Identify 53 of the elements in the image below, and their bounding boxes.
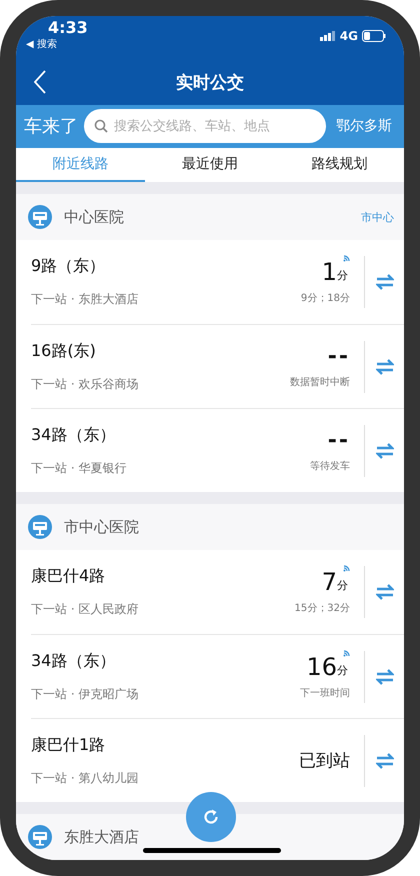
minutes-unit: 分 — [337, 268, 348, 283]
next-stop: 下一站 · 华夏银行 — [31, 460, 128, 476]
app-logo-text: 车来了 — [24, 115, 78, 138]
swap-icon — [376, 358, 394, 374]
next-stop: 下一站 · 欢乐谷商场 — [31, 376, 140, 392]
next-stop: 下一站 · 第八幼儿园 — [31, 770, 140, 786]
network-type: 4G — [340, 29, 358, 43]
area-label: 市中心 — [361, 210, 394, 224]
route-name[interactable]: 康巴什4路 — [31, 566, 295, 587]
swap-icon — [376, 274, 394, 290]
swap-icon — [376, 752, 394, 768]
arrival-note: 数据暂时中断 — [290, 376, 350, 388]
route-name[interactable]: 34路（东） — [31, 650, 300, 672]
station-name: 中心医院 — [64, 208, 125, 226]
minutes-unit: 分 — [337, 662, 348, 678]
bus-stop-icon — [28, 515, 52, 539]
back-to-app-link[interactable]: ◀ 搜索 — [26, 38, 88, 52]
next-stop: 下一站 · 区人民政府 — [31, 601, 140, 618]
no-data-dash: -- — [328, 344, 350, 368]
arrival-note: 15分；32分 — [294, 602, 350, 615]
swap-icon — [376, 442, 394, 458]
next-stop: 下一站 · 伊克昭广场 — [31, 686, 140, 702]
bus-stop-icon — [28, 205, 52, 229]
arrival-note: 9分；18分 — [300, 292, 350, 305]
signal-icon — [320, 31, 336, 41]
swap-icon — [376, 584, 394, 600]
battery-icon — [362, 30, 386, 42]
live-signal-icon — [343, 565, 350, 572]
station-name: 东胜大酒店 — [64, 828, 140, 846]
arrival-note: 等待发车 — [310, 460, 350, 472]
arrived-status: 已到站 — [299, 750, 350, 772]
station-name: 市中心医院 — [64, 518, 140, 536]
route-name[interactable]: 16路(东) — [31, 340, 290, 362]
back-icon — [34, 70, 46, 94]
minutes-unit: 分 — [337, 578, 348, 593]
route-name[interactable]: 9路（东） — [31, 256, 301, 277]
arrival-note: 下一班时间 — [300, 686, 350, 700]
next-stop: 下一站 · 东胜大酒店 — [31, 291, 140, 308]
arrival-minutes: 1 — [322, 259, 337, 285]
search-icon — [94, 119, 108, 134]
search-field[interactable]: 搜索公交线路、车站、地点 — [84, 109, 326, 144]
route-name[interactable]: 34路（东） — [31, 424, 310, 446]
route-name[interactable]: 康巴什1路 — [31, 734, 299, 756]
status-time: 4:33 — [48, 18, 88, 38]
swap-icon — [376, 668, 394, 684]
arrival-minutes: 16 — [306, 654, 337, 680]
bus-stop-icon — [28, 825, 52, 849]
refresh-icon — [202, 808, 220, 826]
page-title: 实时公交 — [176, 72, 244, 94]
live-signal-icon — [343, 650, 350, 656]
arrival-minutes: 7 — [322, 569, 337, 595]
live-signal-icon — [343, 255, 350, 262]
no-data-dash: -- — [328, 428, 350, 452]
